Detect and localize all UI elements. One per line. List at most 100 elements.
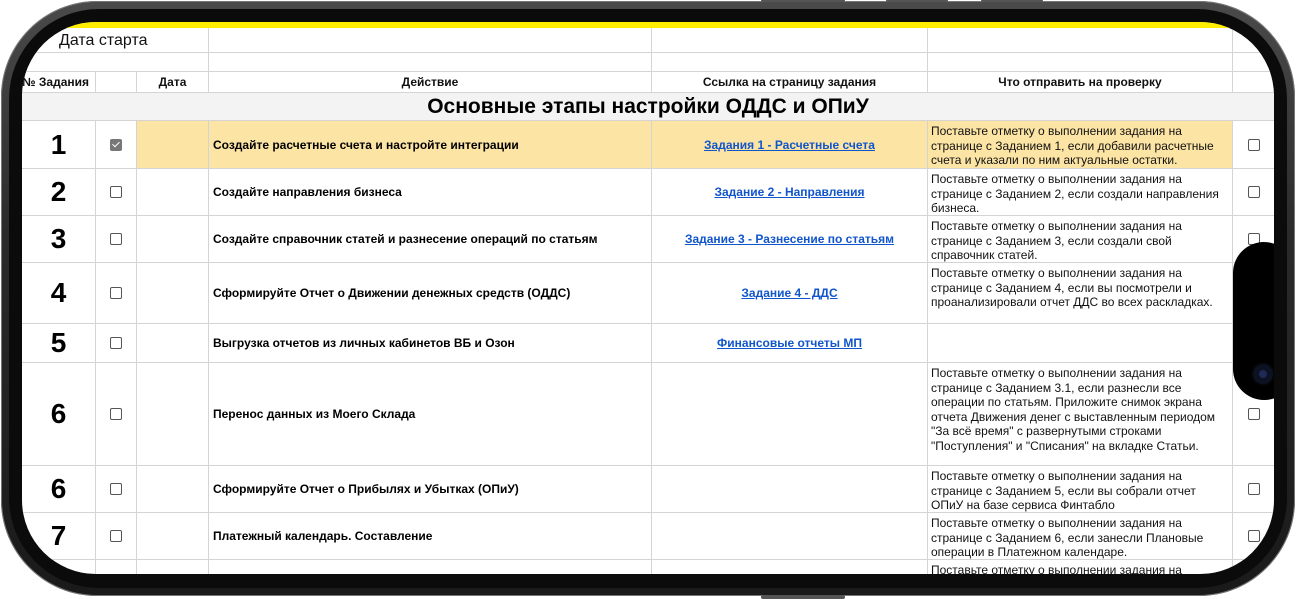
task-date-cell[interactable] (137, 363, 209, 465)
task-number: 6 (22, 363, 96, 465)
task-link[interactable]: Задание 3 - Разнесение по статьям (685, 232, 894, 246)
task-submit-note: Поставьте отметку о выполнении задания н… (928, 169, 1233, 215)
start-date-row: Дата старта (22, 28, 1274, 53)
task-review-cell[interactable] (1233, 560, 1274, 574)
side-button (761, 0, 845, 2)
task-check-cell[interactable] (96, 121, 137, 168)
header-link: Ссылка на страницу задания (652, 72, 928, 92)
task-checkbox[interactable] (110, 483, 122, 495)
task-action: Создайте справочник статей и разнесение … (209, 216, 652, 262)
task-action: Выгрузка отчетов из личных кабинетов ВБ … (209, 324, 652, 362)
review-checkbox[interactable] (1247, 483, 1260, 495)
task-link[interactable]: Задание 2 - Направления (714, 185, 864, 199)
task-review-cell[interactable] (1233, 169, 1274, 215)
task-submit-note: Поставьте отметку о выполнении задания н… (928, 263, 1233, 323)
section-title: Основные этапы настройки ОДДС и ОПиУ (22, 93, 1274, 121)
task-number: 2 (22, 169, 96, 215)
task-number (22, 560, 96, 574)
header-task-number: № Задания (22, 72, 96, 92)
empty-cell[interactable] (1233, 28, 1274, 52)
spacer-row (22, 53, 1274, 72)
empty-cell[interactable] (22, 53, 209, 71)
task-checkbox[interactable] (110, 138, 122, 151)
task-link[interactable]: Финансовые отчеты МП (717, 336, 862, 350)
task-review-cell[interactable] (1233, 466, 1274, 512)
task-review-cell[interactable] (1233, 121, 1274, 168)
start-date-value-cell[interactable] (209, 28, 652, 52)
task-date-cell[interactable] (137, 560, 209, 574)
empty-cell[interactable] (928, 28, 1233, 52)
task-date-cell[interactable] (137, 324, 209, 362)
task-link-cell (652, 363, 928, 465)
task-link-cell (652, 466, 928, 512)
empty-cell[interactable] (209, 53, 652, 71)
task-date-cell[interactable] (137, 263, 209, 323)
task-check-cell[interactable] (96, 263, 137, 323)
empty-cell[interactable] (1233, 53, 1274, 71)
task-action: Сформируйте Отчет о Прибылях и Убытках (… (209, 466, 652, 512)
task-submit-note: Поставьте отметку о выполнении задания н… (928, 216, 1233, 262)
task-link-cell: Задание 2 - Направления (652, 169, 928, 215)
task-check-cell[interactable] (96, 324, 137, 362)
volume-up-button (886, 0, 948, 2)
table-row: 4 Сформируйте Отчет о Движении денежных с… (22, 263, 1274, 324)
table-row: Поставьте отметку о выполнении задания н… (22, 560, 1274, 574)
header-extra (1233, 72, 1274, 92)
task-checkbox[interactable] (110, 408, 122, 420)
task-check-cell[interactable] (96, 513, 137, 559)
task-link[interactable]: Задания 1 - Расчетные счета (704, 138, 875, 152)
task-action: Платежный календарь. Составление (209, 513, 652, 559)
task-check-cell[interactable] (96, 466, 137, 512)
column-header-row: № Задания Дата Действие Ссылка на страни… (22, 72, 1274, 93)
header-date: Дата (137, 72, 209, 92)
review-checkbox[interactable] (1247, 408, 1260, 420)
task-review-cell[interactable] (1233, 513, 1274, 559)
review-checkbox[interactable] (1247, 530, 1260, 542)
task-action: Перенос данных из Моего Склада (209, 363, 652, 465)
task-date-cell[interactable] (137, 216, 209, 262)
camera-icon (1253, 364, 1273, 384)
empty-cell[interactable] (652, 28, 928, 52)
task-submit-note: Поставьте отметку о выполнении задания н… (928, 121, 1233, 168)
table-row: 6 Сформируйте Отчет о Прибылях и Убытках … (22, 466, 1274, 513)
task-checkbox[interactable] (110, 233, 122, 245)
task-number: 3 (22, 216, 96, 262)
empty-cell[interactable] (652, 53, 928, 71)
task-check-cell[interactable] (96, 216, 137, 262)
review-checkbox[interactable] (1247, 186, 1260, 198)
task-action: Сформируйте Отчет о Движении денежных ср… (209, 263, 652, 323)
header-action: Действие (209, 72, 652, 92)
task-link-cell: Финансовые отчеты МП (652, 324, 928, 362)
task-date-cell[interactable] (137, 121, 209, 168)
task-check-cell[interactable] (96, 363, 137, 465)
task-action: Создайте расчетные счета и настройте инт… (209, 121, 652, 168)
header-check (96, 72, 137, 92)
header-submit: Что отправить на проверку (928, 72, 1233, 92)
review-checkbox[interactable] (1247, 138, 1260, 151)
task-checkbox[interactable] (110, 530, 122, 542)
task-checkbox[interactable] (110, 337, 122, 349)
table-row: 1 Создайте расчетные счета и настройте ин… (22, 121, 1274, 169)
task-link-cell: Задание 3 - Разнесение по статьям (652, 216, 928, 262)
task-date-cell[interactable] (137, 513, 209, 559)
dynamic-island (1233, 242, 1274, 400)
task-date-cell[interactable] (137, 169, 209, 215)
task-checkbox[interactable] (110, 186, 122, 198)
task-submit-note: Поставьте отметку о выполнении задания н… (928, 363, 1233, 465)
task-link-cell: Задание 4 - ДДС (652, 263, 928, 323)
empty-cell[interactable] (928, 53, 1233, 71)
task-action: Создайте направления бизнеса (209, 169, 652, 215)
task-number: 1 (22, 121, 96, 168)
spreadsheet-screen: Дата старта № Задания Дата Действие Ссыл… (22, 22, 1274, 574)
task-link-cell (652, 560, 928, 574)
task-link-cell: Задания 1 - Расчетные счета (652, 121, 928, 168)
task-checkbox[interactable] (110, 287, 122, 299)
task-link[interactable]: Задание 4 - ДДС (741, 286, 837, 300)
task-date-cell[interactable] (137, 466, 209, 512)
task-submit-note: Поставьте отметку о выполнении задания н… (928, 560, 1233, 574)
task-check-cell[interactable] (96, 169, 137, 215)
task-submit-note: Поставьте отметку о выполнении задания н… (928, 513, 1233, 559)
table-row: 6 Перенос данных из Моего Склада Поставьте… (22, 363, 1274, 466)
task-check-cell[interactable] (96, 560, 137, 574)
task-action (209, 560, 652, 574)
